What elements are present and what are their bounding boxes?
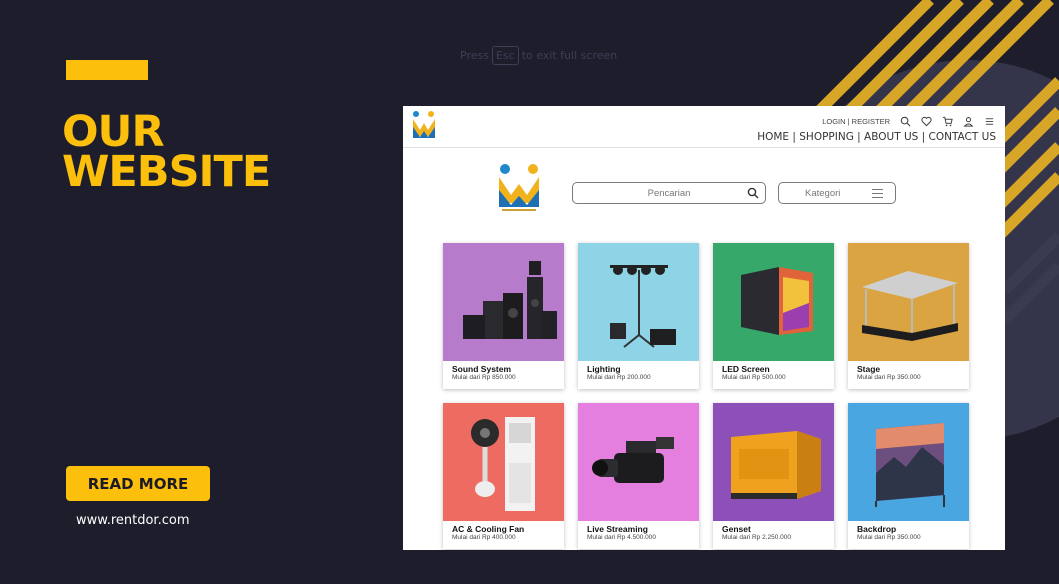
search-icon[interactable] bbox=[747, 187, 759, 199]
user-icon[interactable] bbox=[963, 116, 974, 127]
website-url[interactable]: www.rentdor.com bbox=[76, 513, 189, 528]
product-card-sound-system[interactable]: Sound System Mulai dari Rp 850.000 bbox=[443, 243, 564, 389]
product-name: Backdrop bbox=[857, 524, 897, 534]
product-name: Sound System bbox=[452, 364, 512, 374]
rentdor-logo[interactable] bbox=[496, 163, 542, 213]
product-name: Stage bbox=[857, 364, 881, 374]
product-name: AC & Cooling Fan bbox=[452, 524, 525, 534]
product-name: LED Screen bbox=[722, 364, 770, 374]
product-image bbox=[443, 243, 564, 361]
product-image bbox=[578, 243, 699, 361]
site-header: LOGIN | REGISTER HOME | SHOPPING | ABOUT… bbox=[403, 106, 1005, 148]
product-card-backdrop[interactable]: Backdrop Mulai dari Rp 350.000 bbox=[848, 403, 969, 549]
product-price: Mulai dari Rp 350.000 bbox=[857, 374, 921, 381]
product-name: Live Streaming bbox=[587, 524, 648, 534]
accent-bar bbox=[66, 60, 148, 80]
product-image bbox=[848, 403, 969, 521]
cart-icon[interactable] bbox=[942, 116, 953, 127]
product-price: Mulai dari Rp 350.000 bbox=[857, 534, 921, 541]
product-image bbox=[578, 403, 699, 521]
esc-key: Esc bbox=[491, 46, 519, 65]
product-image bbox=[713, 403, 834, 521]
headline-line-2: WEBSITE bbox=[62, 147, 271, 197]
heart-icon[interactable] bbox=[921, 116, 932, 127]
product-card-genset[interactable]: Genset Mulai dari Rp 2.250.000 bbox=[713, 403, 834, 549]
header-actions: LOGIN | REGISTER bbox=[822, 116, 995, 127]
search-placeholder: Pencarian bbox=[647, 187, 691, 199]
rentdor-logo-small[interactable] bbox=[411, 110, 437, 140]
headline: OUR WEBSITE bbox=[62, 107, 271, 197]
product-image bbox=[443, 403, 564, 521]
login-register-link[interactable]: LOGIN | REGISTER bbox=[822, 117, 890, 126]
fullscreen-hint-post: to exit full screen bbox=[521, 49, 618, 62]
product-image bbox=[713, 243, 834, 361]
category-dropdown[interactable]: Kategori bbox=[778, 182, 896, 204]
fullscreen-hint: Press Esc to exit full screen bbox=[460, 46, 617, 65]
fullscreen-hint-pre: Press bbox=[460, 49, 489, 62]
product-name: Lighting bbox=[587, 364, 621, 374]
menu-icon[interactable] bbox=[984, 116, 995, 127]
read-more-button[interactable]: READ MORE bbox=[66, 466, 210, 501]
product-card-led-screen[interactable]: LED Screen Mulai dari Rp 500.000 bbox=[713, 243, 834, 389]
search-icon[interactable] bbox=[900, 116, 911, 127]
menu-icon bbox=[872, 189, 883, 198]
product-card-live-streaming[interactable]: Live Streaming Mulai dari Rp 4.500.000 bbox=[578, 403, 699, 549]
product-price: Mulai dari Rp 200.000 bbox=[587, 374, 651, 381]
product-image bbox=[848, 243, 969, 361]
product-card-ac-cooling-fan[interactable]: AC & Cooling Fan Mulai dari Rp 400.000 bbox=[443, 403, 564, 549]
product-price: Mulai dari Rp 4.500.000 bbox=[587, 534, 657, 541]
product-price: Mulai dari Rp 400.000 bbox=[452, 534, 516, 541]
product-name: Genset bbox=[722, 524, 751, 534]
headline-line-1: OUR bbox=[62, 107, 165, 157]
product-price: Mulai dari Rp 500.000 bbox=[722, 374, 786, 381]
search-field[interactable]: Pencarian bbox=[572, 182, 766, 204]
product-price: Mulai dari Rp 2.250.000 bbox=[722, 534, 792, 541]
category-label: Kategori bbox=[805, 187, 841, 199]
product-price: Mulai dari Rp 850.000 bbox=[452, 374, 516, 381]
product-card-stage[interactable]: Stage Mulai dari Rp 350.000 bbox=[848, 243, 969, 389]
product-card-lighting[interactable]: Lighting Mulai dari Rp 200.000 bbox=[578, 243, 699, 389]
website-screenshot: LOGIN | REGISTER HOME | SHOPPING | ABOUT… bbox=[403, 106, 1005, 550]
main-nav[interactable]: HOME | SHOPPING | ABOUT US | CONTACT US bbox=[757, 131, 996, 143]
